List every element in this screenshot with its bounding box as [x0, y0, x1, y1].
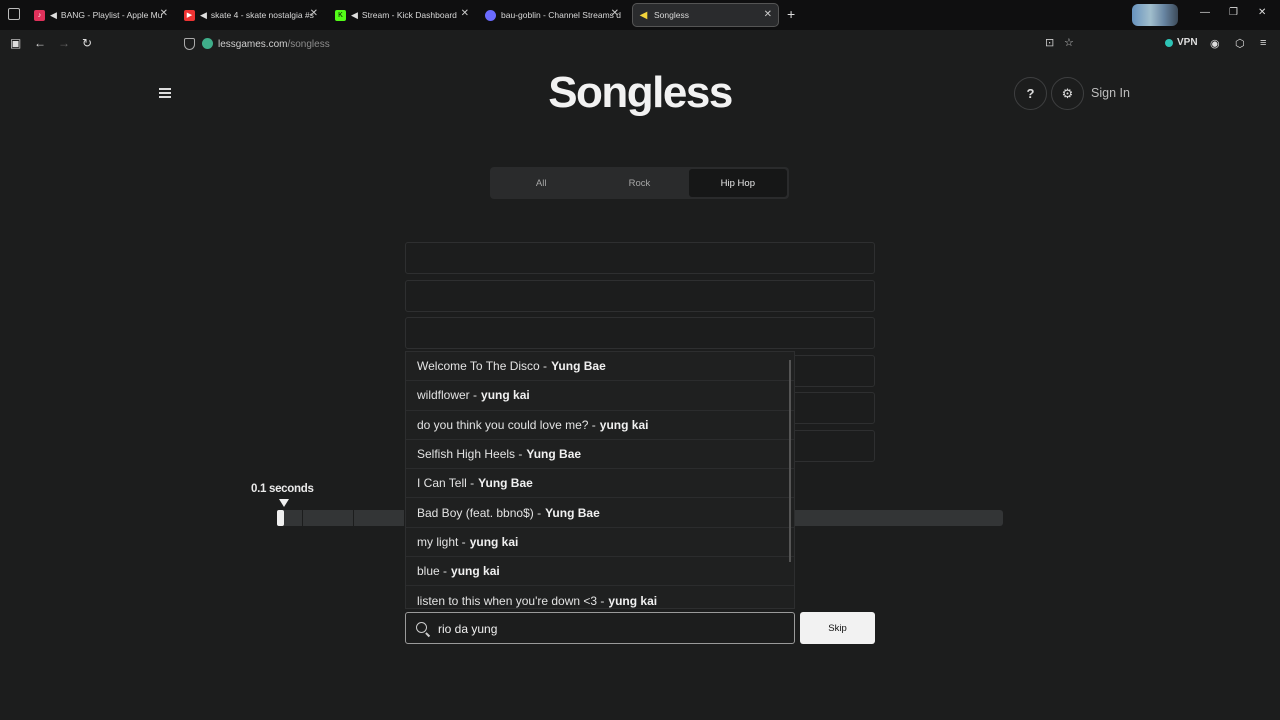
muted-speaker-icon[interactable]: ◀ — [351, 10, 358, 21]
genre-tab-all[interactable]: All — [492, 169, 590, 197]
timeline-segment-divider — [302, 510, 303, 526]
gear-icon: ⚙ — [1061, 85, 1074, 101]
extensions-icon[interactable]: ⬡ — [1235, 37, 1245, 50]
close-tab-icon[interactable]: ✕ — [461, 8, 469, 19]
suggestion-item[interactable]: Welcome To The Disco - Yung Bae — [406, 352, 794, 382]
new-tab-icon[interactable]: + — [787, 6, 795, 22]
seconds-label: 0.1 seconds — [251, 483, 314, 495]
settings-button[interactable]: ⚙ — [1051, 77, 1084, 110]
search-icon — [416, 622, 427, 633]
minimize-icon[interactable]: — — [1200, 7, 1210, 18]
save-page-icon[interactable]: ⊡ — [1045, 36, 1054, 49]
guess-slot — [405, 242, 875, 274]
tab-kick[interactable]: K ◀ Stream - Kick Dashboard ✕ — [335, 3, 475, 27]
menu-icon[interactable]: ≡ — [1260, 37, 1266, 49]
suggestion-item[interactable]: listen to this when you're down <3 - yung… — [406, 586, 794, 608]
account-icon[interactable]: ◉ — [1210, 37, 1220, 50]
suggestion-item[interactable]: my light - yung kai — [406, 528, 794, 558]
site-logo[interactable]: Songless — [0, 68, 1280, 118]
suggestion-item[interactable]: wildflower - yung kai — [406, 381, 794, 411]
help-button[interactable]: ? — [1014, 77, 1047, 110]
address-toolbar: ▣ ← → ↻ lessgames.com/songless ⊡ ☆ — [0, 30, 1280, 58]
suggestion-item[interactable]: Selfish High Heels - Yung Bae — [406, 440, 794, 470]
vpn-button[interactable]: VPN — [1165, 37, 1198, 48]
search-input[interactable] — [438, 619, 778, 639]
workspaces-icon[interactable] — [8, 8, 20, 20]
url-bar[interactable]: lessgames.com/songless — [180, 34, 1080, 54]
tab-youtube[interactable]: ▶ ◀ skate 4 - skate nostalgia #s ✕ — [184, 3, 324, 27]
bookmark-star-icon[interactable]: ☆ — [1064, 36, 1074, 49]
suggestion-dropdown: Welcome To The Disco - Yung Bae wildflowe… — [405, 351, 795, 609]
close-tab-icon[interactable]: ✕ — [160, 8, 168, 19]
playhead-marker — [279, 499, 289, 507]
suggestion-item[interactable]: I Can Tell - Yung Bae — [406, 469, 794, 499]
reload-icon[interactable]: ↻ — [82, 36, 92, 50]
suggestion-item[interactable]: Bad Boy (feat. bbno$) - Yung Bae — [406, 498, 794, 528]
genre-tab-hip-hop[interactable]: Hip Hop — [688, 169, 787, 197]
song-search-box — [405, 612, 795, 644]
site-info-icon[interactable] — [202, 38, 213, 49]
sidebar-toggle-icon[interactable]: ▣ — [10, 36, 21, 50]
streams-icon — [485, 9, 496, 21]
tab-songless[interactable]: ◀ Songless ✕ — [632, 3, 779, 27]
close-tab-icon[interactable]: ✕ — [764, 9, 772, 20]
suggestion-item[interactable]: blue - yung kai — [406, 557, 794, 587]
muted-speaker-icon[interactable]: ◀ — [200, 10, 207, 21]
suggestion-item[interactable]: do you think you could love me? - yung ka… — [406, 411, 794, 440]
guess-slot — [405, 317, 875, 349]
kick-icon: K — [335, 9, 346, 21]
browser-tab-bar: ♪ ◀ BANG - Playlist - Apple Mu ✕ ▶ ◀ ska… — [0, 0, 1280, 30]
maximize-icon[interactable]: ❐ — [1229, 7, 1238, 18]
genre-tabs: All Rock Hip Hop — [490, 167, 789, 199]
forward-icon[interactable]: → — [58, 36, 70, 50]
apple-music-icon: ♪ — [34, 9, 45, 21]
tab-apple-music[interactable]: ♪ ◀ BANG - Playlist - Apple Mu ✕ — [34, 3, 174, 27]
close-window-icon[interactable]: ✕ — [1258, 7, 1266, 18]
shield-icon[interactable] — [184, 38, 195, 50]
timeline-progress — [277, 510, 285, 526]
muted-speaker-icon[interactable]: ◀ — [50, 10, 57, 21]
close-tab-icon[interactable]: ✕ — [310, 8, 318, 19]
sign-in-link[interactable]: Sign In — [1091, 86, 1130, 100]
back-icon[interactable]: ← — [34, 36, 46, 50]
songless-icon: ◀ — [639, 9, 648, 21]
vpn-status-icon — [1165, 38, 1173, 47]
dropdown-scrollbar[interactable] — [789, 360, 791, 562]
timeline-segment-divider — [353, 510, 354, 526]
profile-image[interactable] — [1132, 4, 1178, 26]
tab-bau-goblin[interactable]: bau-goblin - Channel Streams d ✕ — [485, 3, 625, 27]
genre-tab-rock[interactable]: Rock — [590, 169, 688, 197]
skip-button[interactable]: Skip — [800, 612, 875, 644]
guess-slot — [405, 280, 875, 312]
close-tab-icon[interactable]: ✕ — [611, 8, 619, 19]
youtube-icon: ▶ — [184, 9, 195, 21]
